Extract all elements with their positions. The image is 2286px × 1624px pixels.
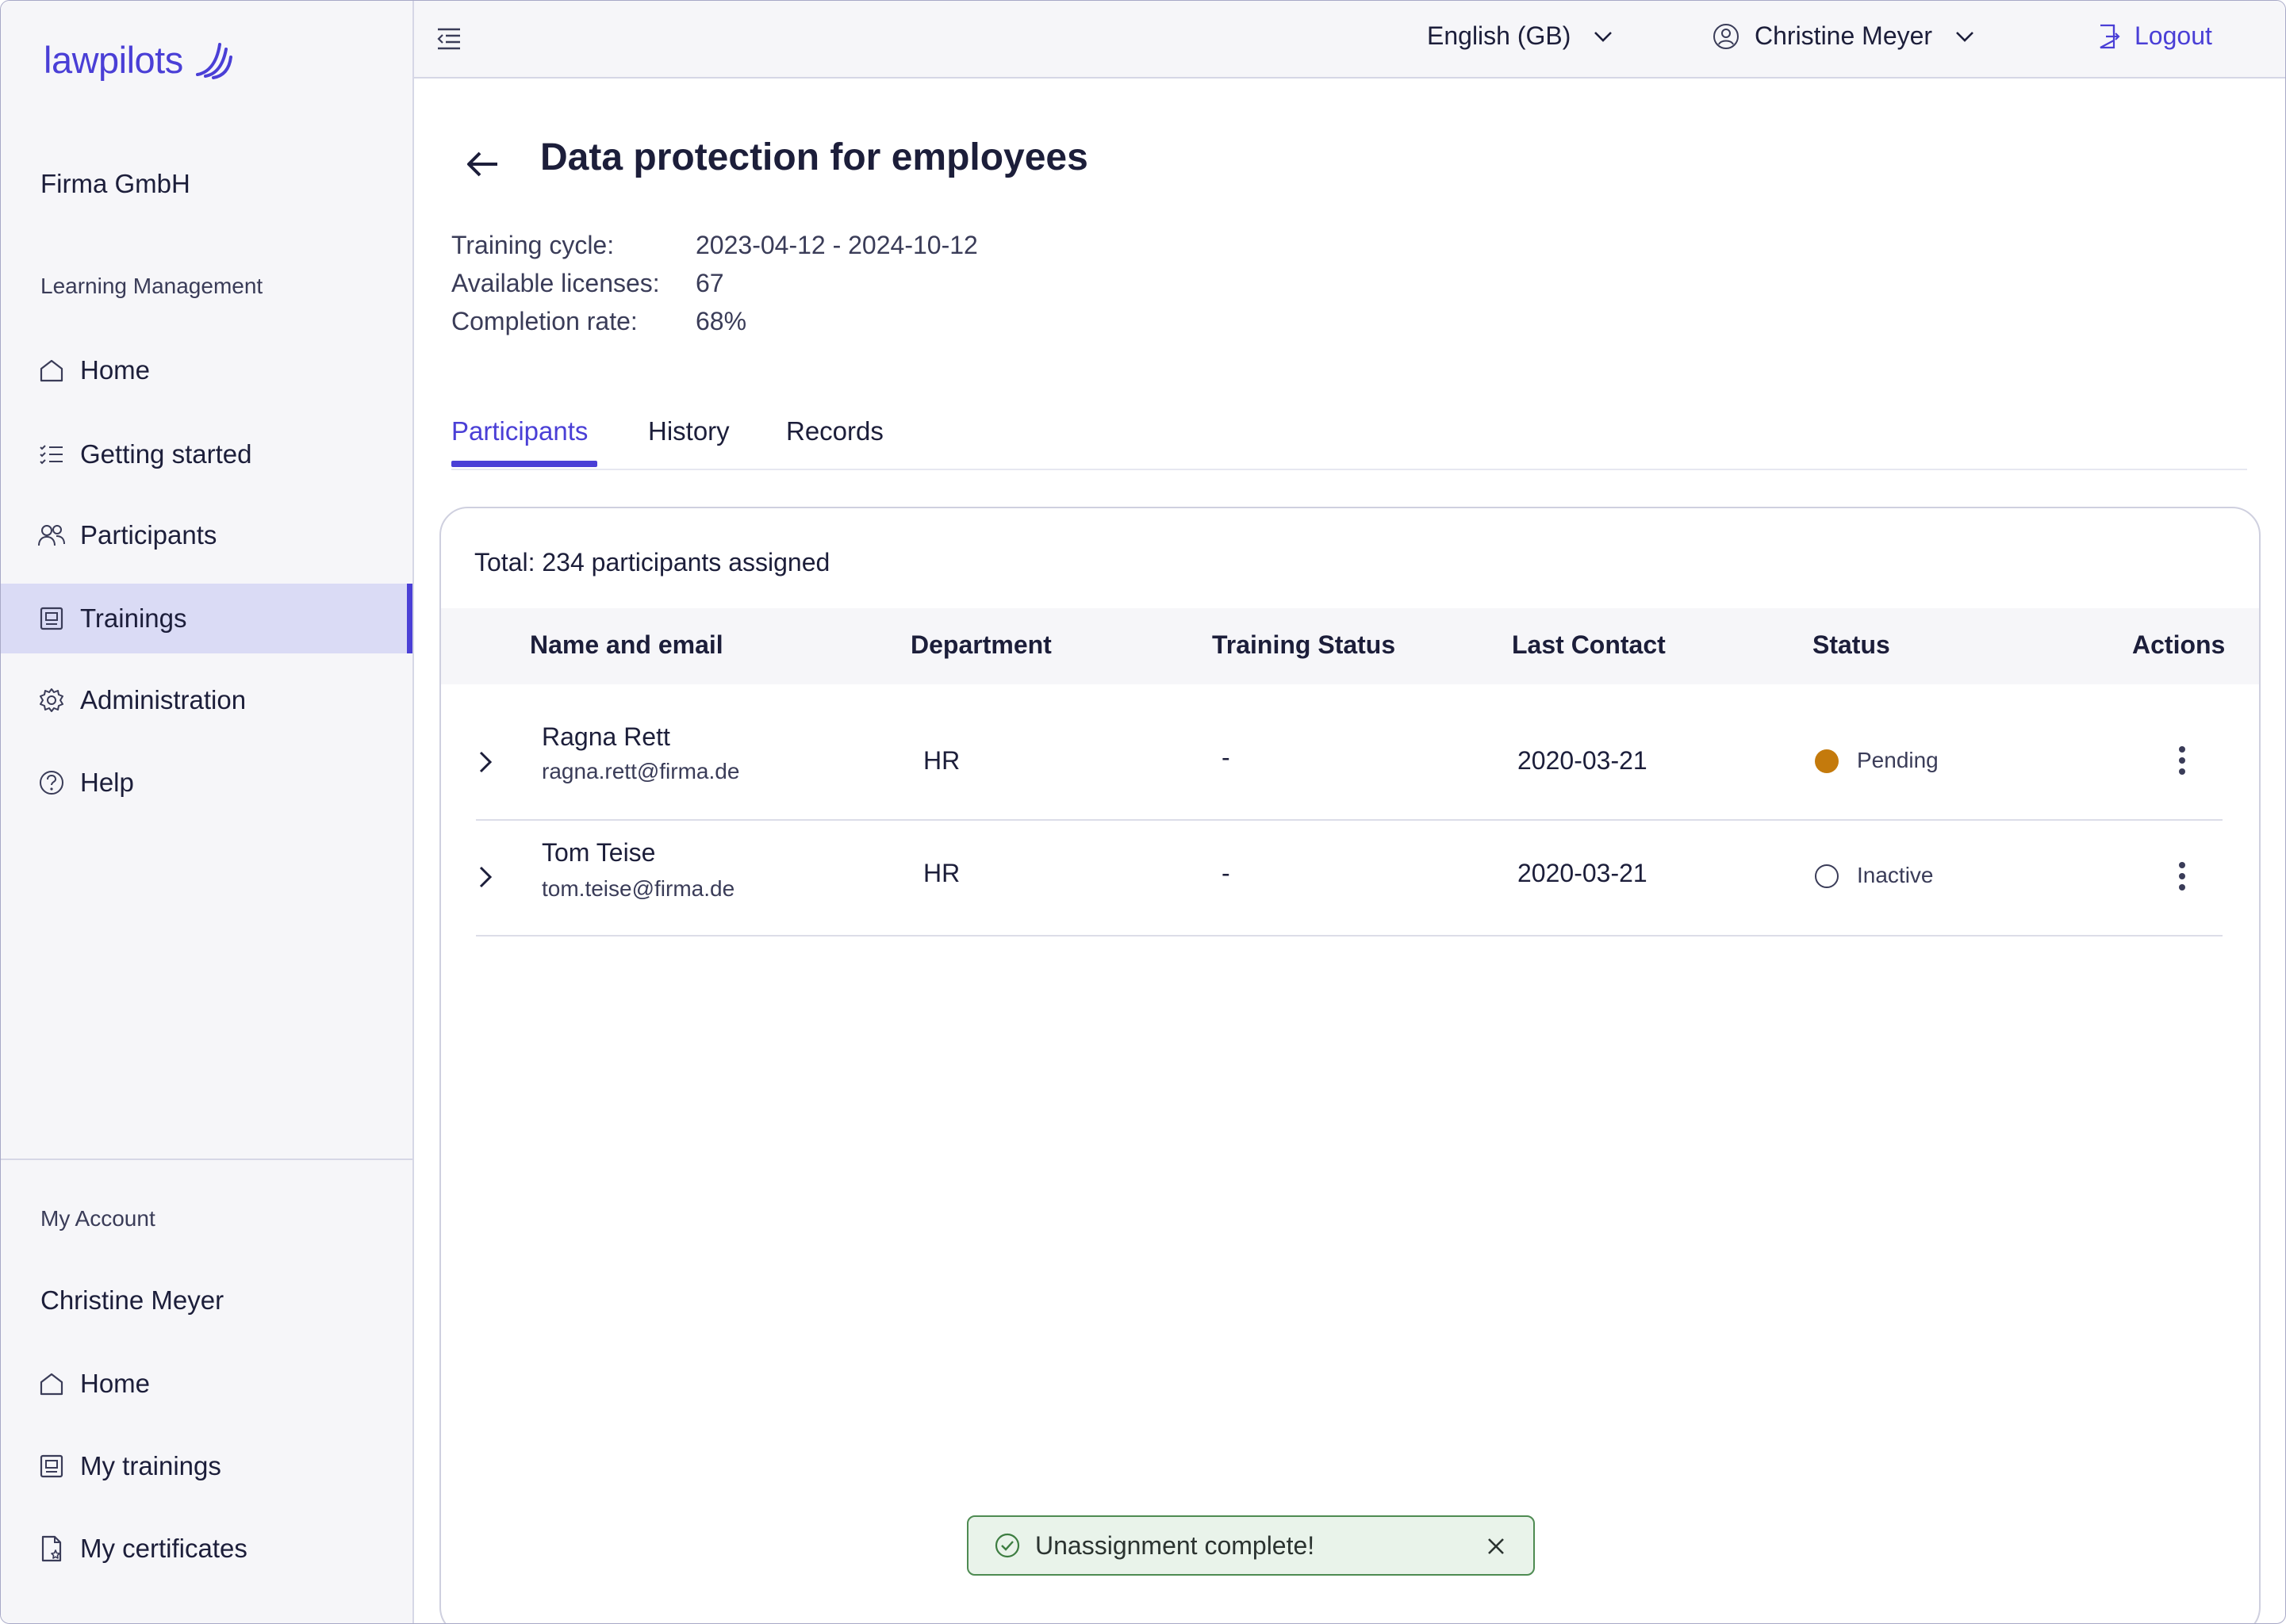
column-header-name[interactable]: Name and email — [530, 630, 723, 660]
checklist-icon — [37, 440, 66, 469]
language-selector[interactable]: English (GB) — [1427, 21, 1617, 51]
participant-last-contact: 2020-03-21 — [1517, 859, 1647, 887]
account-user-name: Christine Meyer — [40, 1285, 224, 1315]
sidebar-item-label: My trainings — [80, 1451, 221, 1480]
toast-message: Unassignment complete! — [1035, 1530, 1315, 1560]
meta-label-licenses: Available licenses: — [451, 269, 660, 297]
sidebar-item-label: My certificates — [80, 1534, 247, 1563]
participant-name: Tom Teise — [542, 838, 656, 867]
participants-card: Total: 234 participants assigned Name an… — [439, 507, 2261, 1623]
tab-history[interactable]: History — [648, 416, 730, 446]
chevron-down-icon — [1594, 31, 1613, 42]
column-header-actions: Actions — [2132, 630, 2226, 659]
logo-wing-icon — [195, 43, 232, 79]
back-arrow-icon[interactable] — [462, 144, 504, 185]
home-icon — [37, 1369, 66, 1398]
participant-training-status: - — [1222, 743, 1230, 772]
table-row: Ragna Rett ragna.rett@firma.de HR - 2020… — [476, 703, 2223, 821]
total-participants: Total: 234 participants assigned — [474, 548, 830, 576]
sidebar-item-account-home[interactable]: Home — [1, 1349, 412, 1419]
user-name: Christine Meyer — [1755, 21, 1933, 50]
tab-bar: Participants History Records — [451, 408, 2247, 470]
top-bar: English (GB) Christine Meyer Logout — [414, 1, 2285, 79]
training-icon — [37, 1452, 66, 1480]
sidebar-item-help[interactable]: Help — [1, 748, 412, 818]
sidebar-item-label: Home — [80, 355, 151, 385]
app-window: lawpilots Firma GmbH Learning Management… — [0, 0, 2286, 1624]
participant-name: Ragna Rett — [542, 722, 670, 751]
sidebar-item-administration[interactable]: Administration — [1, 665, 412, 735]
sidebar-item-participants[interactable]: Participants — [1, 500, 412, 570]
success-toast: Unassignment complete! — [967, 1515, 1535, 1576]
organization-name: Firma GmbH — [40, 169, 190, 198]
sidebar-item-my-certificates[interactable]: My certificates — [1, 1514, 412, 1584]
sidebar-item-trainings[interactable]: Trainings — [1, 584, 412, 653]
participant-email: ragna.rett@firma.de — [542, 759, 740, 783]
more-actions-icon[interactable] — [2178, 860, 2186, 892]
participant-last-contact: 2020-03-21 — [1517, 746, 1647, 775]
status-inactive-dot — [1815, 864, 1839, 888]
tab-records[interactable]: Records — [786, 416, 884, 446]
help-icon — [37, 768, 66, 797]
column-header-status[interactable]: Status — [1812, 630, 1890, 660]
sidebar-divider — [1, 1159, 412, 1160]
meta-label-completion: Completion rate: — [451, 307, 638, 335]
logout-label: Logout — [2134, 21, 2212, 50]
meta-value-training-cycle: 2023-04-12 - 2024-10-12 — [696, 231, 978, 259]
users-icon — [37, 521, 66, 550]
more-actions-icon[interactable] — [2178, 745, 2186, 776]
sidebar-item-label: Home — [80, 1369, 151, 1398]
table-row: Tom Teise tom.teise@firma.de HR - 2020-0… — [476, 819, 2223, 936]
participant-status: Inactive — [1857, 863, 1934, 887]
tab-participants[interactable]: Participants — [451, 416, 588, 446]
expand-row-icon[interactable] — [476, 863, 495, 891]
page-title: Data protection for employees — [540, 136, 1088, 178]
logout-button[interactable]: Logout — [2096, 21, 2212, 51]
sidebar-item-label: Getting started — [80, 439, 252, 469]
home-icon — [37, 356, 66, 385]
meta-value-licenses: 67 — [696, 269, 724, 297]
participant-email: tom.teise@firma.de — [542, 876, 735, 901]
meta-label-training-cycle: Training cycle: — [451, 231, 615, 259]
section-label-account: My Account — [40, 1206, 155, 1231]
sidebar: lawpilots Firma GmbH Learning Management… — [1, 1, 414, 1623]
column-header-last-contact[interactable]: Last Contact — [1512, 630, 1666, 660]
collapse-menu-icon[interactable] — [435, 25, 463, 53]
training-icon — [37, 604, 66, 633]
sidebar-item-my-trainings[interactable]: My trainings — [1, 1431, 412, 1501]
participant-department: HR — [923, 859, 961, 887]
brand-name: lawpilots — [44, 38, 183, 81]
user-avatar-icon — [1713, 23, 1739, 49]
chevron-down-icon — [1956, 31, 1973, 42]
brand-logo[interactable]: lawpilots — [44, 34, 234, 85]
active-tab-indicator — [451, 461, 597, 467]
language-label: English (GB) — [1427, 21, 1571, 50]
close-icon[interactable] — [1486, 1536, 1506, 1557]
check-circle-icon — [995, 1533, 1020, 1558]
sidebar-item-label: Participants — [80, 520, 217, 550]
sidebar-item-label: Trainings — [80, 603, 187, 633]
participant-department: HR — [923, 746, 961, 775]
sidebar-item-getting-started[interactable]: Getting started — [1, 419, 412, 489]
gear-icon — [37, 686, 66, 714]
sidebar-item-home[interactable]: Home — [1, 335, 412, 405]
column-header-department[interactable]: Department — [911, 630, 1052, 660]
section-label-learning: Learning Management — [40, 274, 263, 298]
certificate-icon — [37, 1534, 66, 1563]
logout-icon — [2100, 24, 2120, 48]
expand-row-icon[interactable] — [476, 748, 495, 776]
user-menu[interactable]: Christine Meyer — [1712, 21, 1978, 51]
sidebar-item-label: Administration — [80, 685, 247, 714]
column-header-training-status[interactable]: Training Status — [1212, 630, 1395, 660]
status-pending-dot — [1815, 749, 1839, 773]
participant-training-status: - — [1222, 859, 1230, 887]
sidebar-item-label: Help — [80, 768, 134, 797]
meta-value-completion: 68% — [696, 307, 747, 335]
participant-status: Pending — [1857, 748, 1939, 772]
table-header: Name and email Department Training Statu… — [441, 608, 2259, 684]
